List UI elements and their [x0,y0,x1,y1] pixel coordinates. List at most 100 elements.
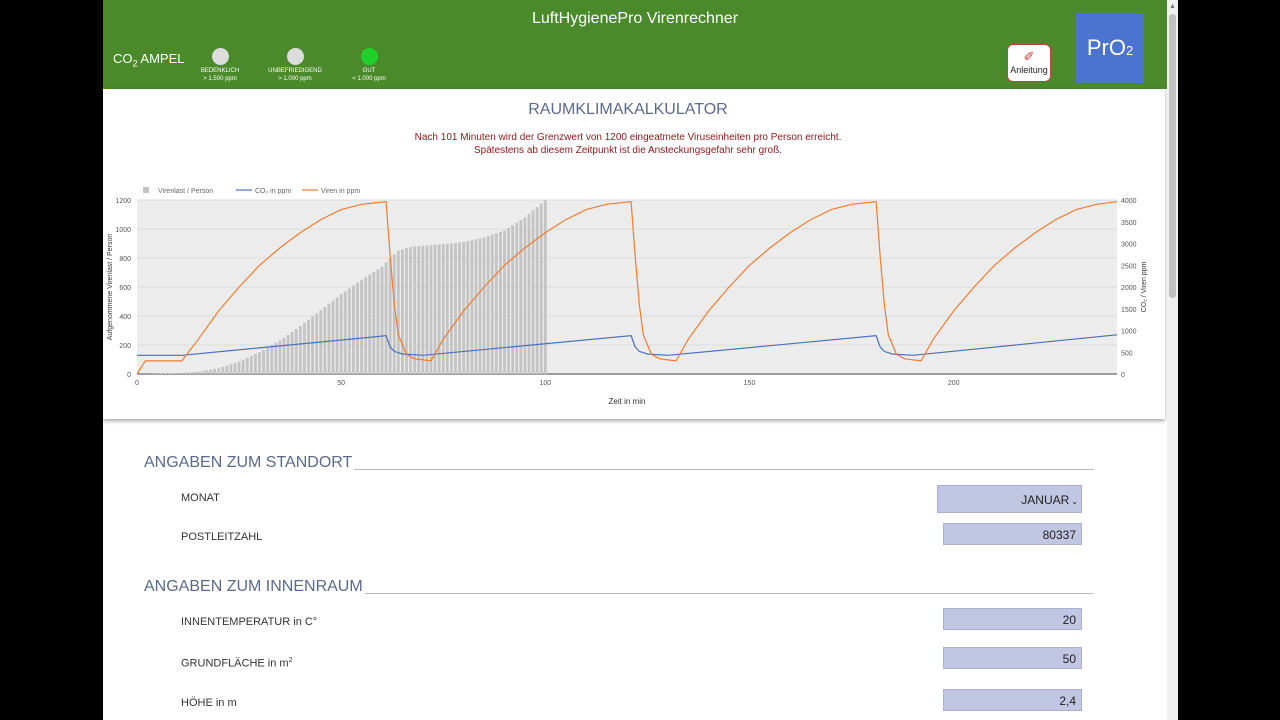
y-right-tick-label: 4000 [1121,198,1137,205]
monat-select[interactable]: JANUAR ⌄ [937,485,1082,513]
monat-value: JANUAR [1021,493,1070,507]
virus-load-bar [543,200,547,374]
y-left-tick-label: 1200 [115,198,131,205]
virus-load-bar [539,203,543,374]
legend-label: Viren in ppm [321,188,360,195]
virus-load-bar [258,352,261,374]
virus-load-bar [482,237,486,374]
virus-load-bar [351,285,355,374]
lamp-unbefriedigend: UNBEFRIEDIGEND > 1.000 ppm [260,48,330,83]
virus-chart: 0200400600800100012000500100015002000250… [107,187,1148,406]
virus-load-bar [498,231,502,374]
height-input[interactable]: 2,4 [943,689,1082,711]
app-page: LuftHygienePro Virenrechner CO2 AMPEL BE… [103,0,1167,720]
virus-load-bar [274,342,278,374]
virus-load-bar [360,279,364,374]
virus-load-bar [331,300,335,374]
co2-traffic-light-label: CO2 AMPEL [113,51,184,69]
y-right-tick-label: 2500 [1121,263,1137,270]
area-label: GRUNDFLÄCHE in m2 [181,657,292,670]
virus-load-bar [172,373,176,374]
plz-label: POSTLEITZAHL [181,531,263,543]
virus-load-bar [188,372,192,374]
calculator-card: RAUMKLIMAKALKULATOR Nach 101 Minuten wir… [103,89,1165,419]
virus-load-bar [241,359,245,374]
virus-load-bar [311,316,315,374]
virus-load-bar [470,240,474,374]
y-left-tick-label: 400 [119,314,131,321]
virus-load-bar [490,234,494,374]
y-left-tick-label: 200 [119,343,131,350]
y-left-tick-label: 0 [127,372,131,379]
manual-button-label: Anleitung [1010,65,1048,75]
area-input[interactable]: 50 [943,647,1082,669]
virus-load-bar [384,262,388,374]
virus-load-bar [282,337,286,374]
virus-load-bar [437,244,441,374]
x-tick-label: 200 [948,380,960,387]
virus-load-bar [286,334,290,374]
virus-load-bar [339,294,343,374]
virus-load-bar [478,238,482,374]
virus-load-bar [262,349,266,374]
app-title: LuftHygienePro Virenrechner [531,10,739,27]
y-left-tick-label: 1000 [115,227,131,234]
pro2-logo: PrO2 [1076,13,1144,83]
virus-load-bar [356,282,359,374]
virus-load-bar [343,291,347,374]
virus-load-bar [486,236,490,374]
virus-load-bar [364,277,368,374]
virus-load-bar [253,354,257,374]
virus-load-bar [196,371,200,374]
virus-load-bar [225,365,229,374]
virus-load-bar [327,303,331,374]
lamp-unbefriedigend-light [286,48,304,65]
vertical-scrollbar[interactable]: ▲ [1167,0,1178,720]
plz-input[interactable]: 80337 [943,523,1082,545]
y-right-tick-label: 2000 [1121,285,1137,292]
virus-load-bar [184,372,188,374]
y-right-tick-label: 3500 [1121,220,1137,227]
lamp-bedenklich-light [211,48,229,65]
virus-load-bar [511,225,515,374]
virus-load-bar [523,217,527,374]
virus-load-bar [527,213,531,374]
co2-label-main: CO [113,51,133,66]
scroll-thumb[interactable] [1169,14,1176,298]
temperature-input[interactable]: 20 [943,608,1082,630]
virus-load-bar [454,242,457,374]
logo-main: PrO [1086,35,1126,60]
virus-load-bar [204,370,208,374]
virus-load-bar [445,243,449,374]
y-right-tick-label: 1000 [1121,329,1137,336]
y-right-axis-title: CO₂ / Viren ppm [1141,261,1148,312]
virus-load-bar [294,329,298,374]
virus-load-bar [213,368,217,374]
app-header: LuftHygienePro Virenrechner CO2 AMPEL BE… [103,0,1167,89]
virus-load-bar [229,364,233,374]
virus-load-bar [372,271,376,374]
virus-load-bar [474,239,478,374]
legend-label: CO₂ in ppm [255,188,291,195]
co2-label-rest: AMPEL [137,51,185,66]
virus-load-bar [531,210,535,374]
virus-load-bar [307,319,310,374]
x-axis-title: Zeit in min [609,397,646,406]
virus-load-bar [347,288,351,374]
scroll-up-icon[interactable]: ▲ [1167,0,1178,14]
lamp-gut: GUT < 1.000 ppm [334,48,404,83]
virus-load-bar [441,244,445,374]
virus-load-bar [535,206,539,374]
height-label: HÖHE in m [181,697,237,709]
virus-load-bar [221,366,225,374]
virus-load-bar [168,373,172,374]
virus-load-bar [515,222,519,374]
manual-pdf-button[interactable]: ✐ Anleitung [1007,44,1051,82]
virus-load-bar [368,274,372,374]
x-tick-label: 100 [539,380,551,387]
virus-load-bar [245,357,249,374]
virus-load-bar [449,243,453,374]
temperature-label: INNENTEMPERATUR in C° [181,616,318,628]
section-title-standort: ANGABEN ZUM STANDORT [144,454,355,472]
virus-load-bar [270,345,274,374]
